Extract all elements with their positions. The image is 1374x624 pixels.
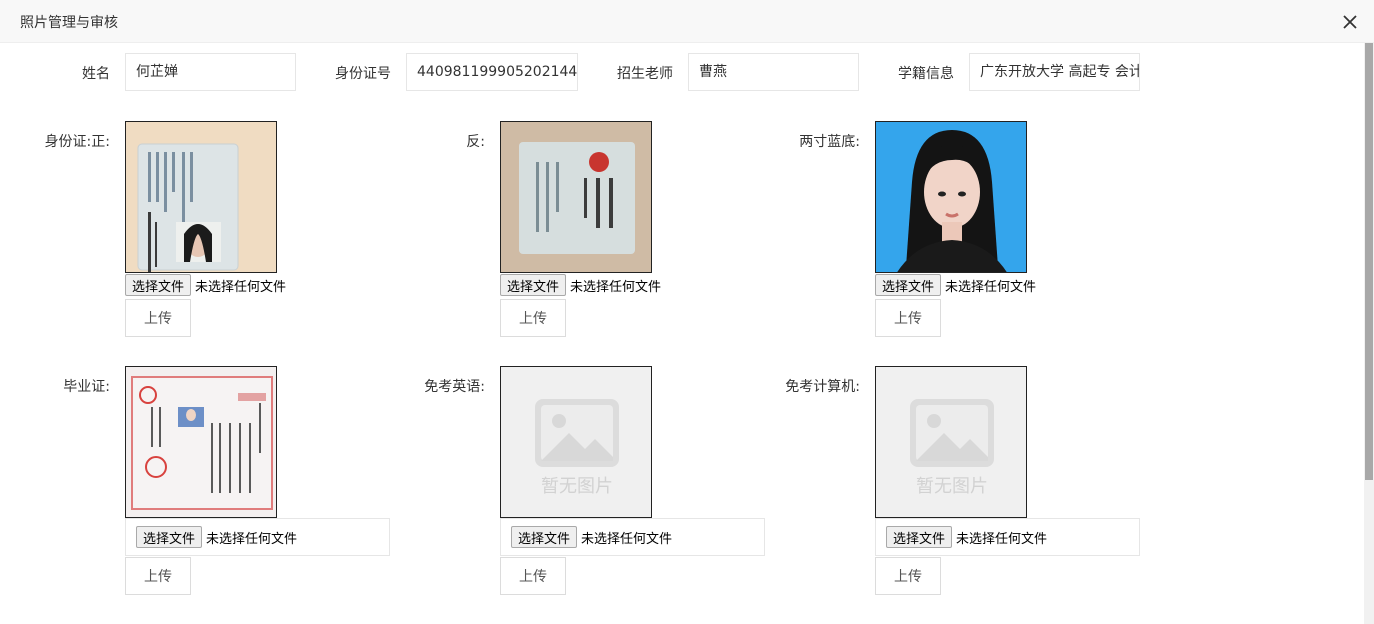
enrollment-field[interactable]: 广东开放大学 高起专 会计	[969, 53, 1140, 91]
choose-file-button[interactable]: 选择文件	[125, 274, 192, 296]
english-exempt-file-input[interactable]: 选择文件 未选择任何文件	[500, 518, 765, 556]
dialog-header: 照片管理与审核	[0, 0, 1374, 43]
english-exempt-label: 免考英语:	[424, 379, 485, 395]
choose-file-button[interactable]: 选择文件	[875, 274, 942, 296]
choose-file-button[interactable]: 选择文件	[511, 526, 578, 548]
id-number-field[interactable]: 440981199905202144​8	[406, 53, 578, 91]
english-exempt-photo[interactable]: 暂无图片	[500, 366, 652, 518]
close-button[interactable]	[1338, 10, 1362, 34]
name-label: 姓名	[82, 66, 110, 82]
diploma-photo[interactable]	[125, 366, 277, 518]
teacher-field[interactable]: 曹燕	[688, 53, 859, 91]
close-icon	[1343, 15, 1357, 29]
portrait-file-input[interactable]: 选择文件 未选择任何文件	[875, 274, 1036, 296]
file-status: 未选择任何文件	[206, 531, 298, 547]
id-front-photo[interactable]	[125, 121, 277, 273]
choose-file-button[interactable]: 选择文件	[136, 526, 203, 548]
id-front-upload-button[interactable]: 上传	[125, 299, 191, 337]
id-back-photo[interactable]	[500, 121, 652, 273]
name-field[interactable]: 何芷婵	[125, 53, 296, 91]
id-front-label: 身份证:正:	[44, 134, 110, 150]
portrait-photo[interactable]	[875, 121, 1027, 273]
placeholder-text: 暂无图片	[541, 476, 613, 497]
portrait-label: 两寸蓝底:	[799, 134, 860, 150]
computer-exempt-upload-button[interactable]: 上传	[875, 557, 941, 595]
computer-exempt-file-input[interactable]: 选择文件 未选择任何文件	[875, 518, 1140, 556]
english-exempt-upload-button[interactable]: 上传	[500, 557, 566, 595]
image-placeholder-icon: 暂无图片	[501, 367, 651, 517]
enrollment-label: 学籍信息	[898, 66, 954, 82]
portrait-upload-button[interactable]: 上传	[875, 299, 941, 337]
choose-file-button[interactable]: 选择文件	[886, 526, 953, 548]
file-status: 未选择任何文件	[945, 279, 1037, 295]
computer-exempt-label: 免考计算机:	[785, 379, 860, 395]
file-status: 未选择任何文件	[956, 531, 1048, 547]
file-status: 未选择任何文件	[581, 531, 673, 547]
image-placeholder-icon: 暂无图片	[876, 367, 1026, 517]
diploma-label: 毕业证:	[63, 379, 110, 395]
placeholder-text: 暂无图片	[916, 476, 988, 497]
diploma-upload-button[interactable]: 上传	[125, 557, 191, 595]
id-back-file-input[interactable]: 选择文件 未选择任何文件	[500, 274, 661, 296]
id-back-label: 反:	[466, 134, 485, 150]
computer-exempt-photo[interactable]: 暂无图片	[875, 366, 1027, 518]
file-status: 未选择任何文件	[570, 279, 662, 295]
file-status: 未选择任何文件	[195, 279, 287, 295]
scrollbar-thumb[interactable]	[1365, 43, 1373, 480]
id-back-upload-button[interactable]: 上传	[500, 299, 566, 337]
diploma-file-input[interactable]: 选择文件 未选择任何文件	[125, 518, 390, 556]
id-number-label: 身份证号	[335, 66, 391, 82]
id-front-file-input[interactable]: 选择文件 未选择任何文件	[125, 274, 286, 296]
dialog-title: 照片管理与审核	[20, 15, 118, 31]
choose-file-button[interactable]: 选择文件	[500, 274, 567, 296]
teacher-label: 招生老师	[617, 66, 673, 82]
